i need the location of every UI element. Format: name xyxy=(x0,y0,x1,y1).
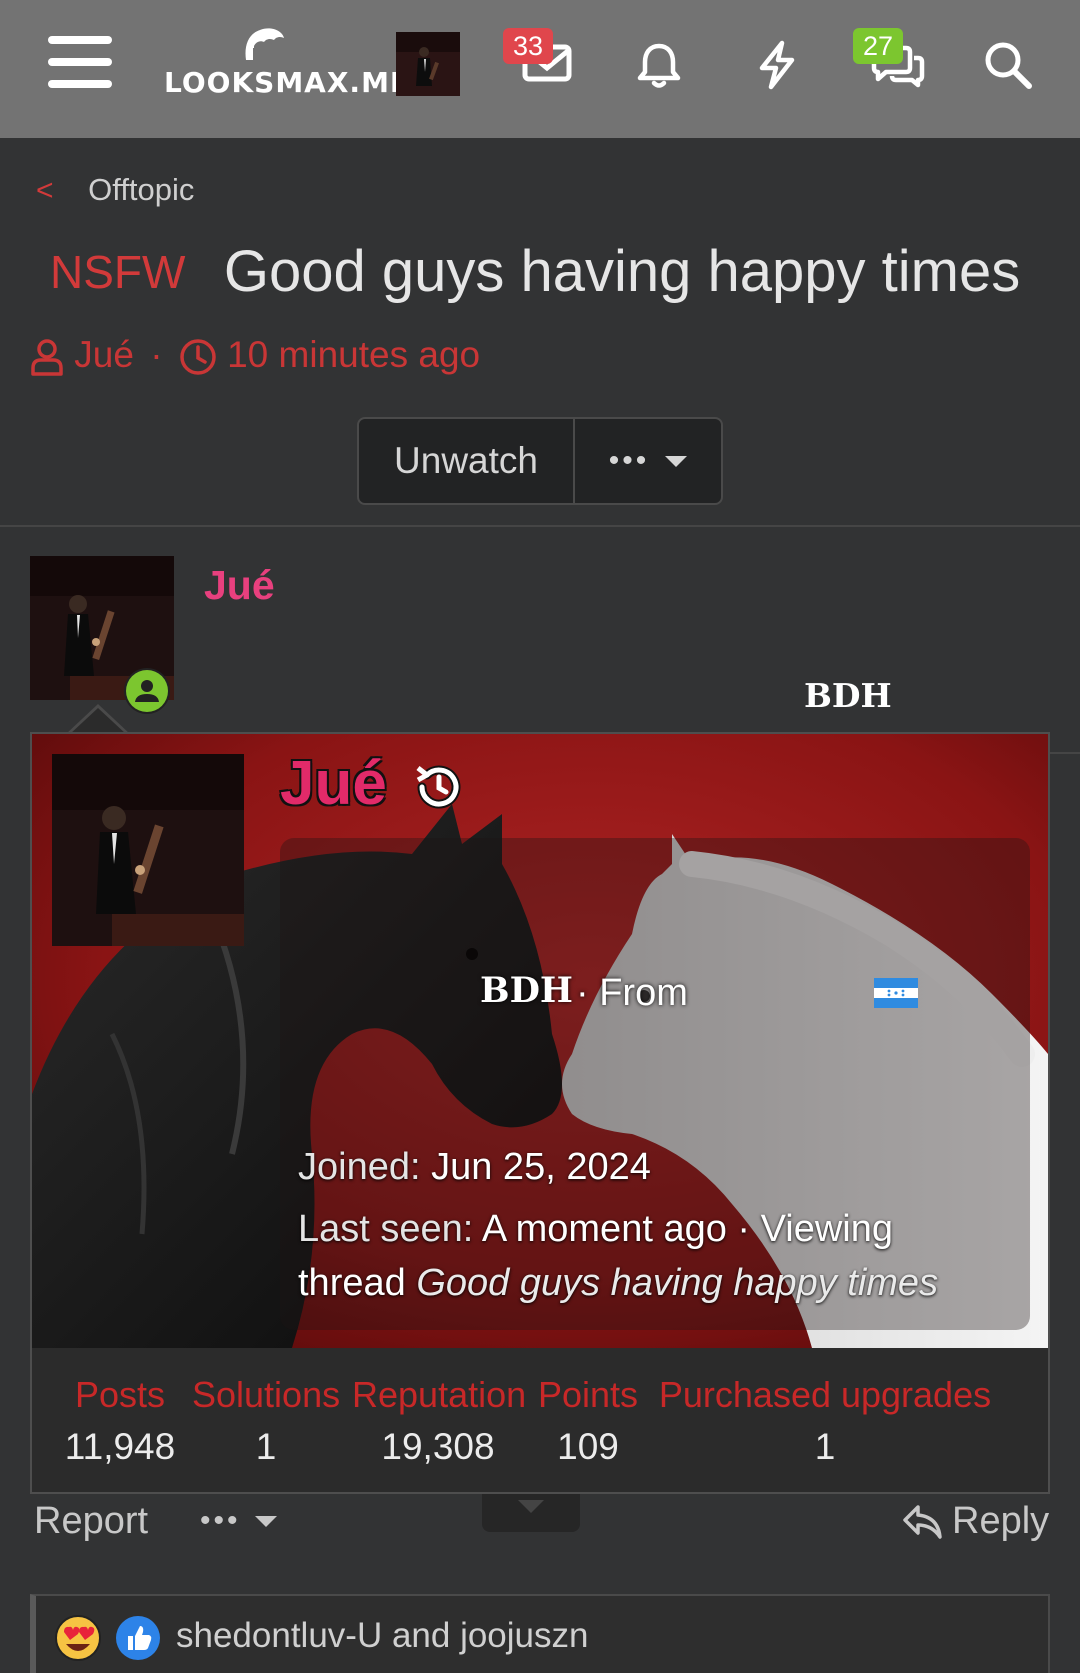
stat-solutions[interactable]: Solutions 1 xyxy=(192,1374,340,1468)
expand-post-button[interactable] xyxy=(482,1494,580,1532)
last-seen-label: Last seen: xyxy=(298,1208,474,1250)
post-more-button[interactable]: ••• xyxy=(200,1504,277,1538)
report-link[interactable]: Report xyxy=(34,1500,148,1543)
stat-label: Solutions xyxy=(192,1374,341,1415)
card-from-label: · From xyxy=(576,972,688,1014)
user-icon xyxy=(31,339,63,376)
post-username[interactable]: Jué xyxy=(204,562,275,609)
reply-button[interactable]: Reply xyxy=(902,1500,1049,1543)
meta-separator: · xyxy=(150,334,163,375)
stat-label: Posts xyxy=(74,1374,166,1415)
heart-eyes-icon xyxy=(54,1614,102,1667)
joined-value: Jun 25, 2024 xyxy=(431,1146,651,1188)
more-dots-icon: ••• xyxy=(200,1504,241,1537)
thread-meta: Jué · 10 minutes ago xyxy=(30,334,480,376)
stat-value: 1 xyxy=(255,1426,277,1467)
reply-label: Reply xyxy=(952,1500,1050,1542)
viewing-thread-link[interactable]: Good guys having happy times xyxy=(416,1262,938,1304)
unwatch-button[interactable]: Unwatch xyxy=(359,419,575,503)
caret-down-icon xyxy=(665,455,688,467)
card-username[interactable]: Jué xyxy=(280,748,387,819)
honduras-flag-icon xyxy=(874,978,918,1013)
chevron-left-icon: < xyxy=(36,174,54,207)
clock-icon xyxy=(180,339,216,375)
inbox-badge[interactable]: 33 xyxy=(503,28,553,64)
search-icon[interactable] xyxy=(983,40,1033,95)
thread-author[interactable]: Jué xyxy=(74,334,134,375)
stat-reputation[interactable]: Reputation 19,308 xyxy=(352,1374,527,1468)
post-user-title: BDH xyxy=(804,676,892,715)
card-info-panel xyxy=(280,838,1030,1330)
user-stats: Posts 11,948 Solutions 1 Reputation 19,3… xyxy=(32,1354,1048,1484)
last-seen-value: A moment ago · Viewing xyxy=(481,1208,894,1250)
menu-icon[interactable] xyxy=(48,36,112,92)
history-icon[interactable] xyxy=(412,760,466,819)
logo-icon xyxy=(245,28,284,60)
logo-text: LOOKSMAX.ME xyxy=(164,66,411,99)
stat-value: 11,948 xyxy=(64,1426,176,1467)
stat-value: 1 xyxy=(814,1426,836,1467)
thread-actions: Unwatch ••• xyxy=(357,417,723,505)
divider xyxy=(0,525,1080,527)
thread-label: thread xyxy=(298,1262,406,1304)
user-tooltip-card: Jué BDH · From Joined: Jun 25, 2024 Last… xyxy=(30,732,1050,1494)
more-dots-icon: ••• xyxy=(608,444,650,477)
like-icon xyxy=(114,1614,162,1667)
stat-points[interactable]: Points 109 xyxy=(536,1374,640,1468)
stat-posts[interactable]: Posts 11,948 xyxy=(60,1374,180,1468)
reply-icon xyxy=(903,1504,942,1539)
bolt-icon[interactable] xyxy=(756,40,798,95)
thread-title-row: NSFW Good guys having happy times xyxy=(50,238,1070,305)
stat-purchased-upgrades[interactable]: Purchased upgrades 1 xyxy=(652,1374,998,1468)
card-avatar[interactable] xyxy=(52,754,244,946)
thread-prefix[interactable]: NSFW xyxy=(50,246,185,298)
caret-down-icon xyxy=(254,1515,277,1527)
chat-badge[interactable]: 27 xyxy=(853,28,903,64)
joined-label: Joined: xyxy=(298,1146,421,1188)
card-last-seen: Last seen: A moment ago · Viewing xyxy=(298,1208,893,1251)
stat-label: Reputation xyxy=(352,1374,527,1415)
stat-value: 109 xyxy=(557,1426,619,1467)
divider xyxy=(1050,752,1080,754)
bell-icon[interactable] xyxy=(636,40,682,95)
page-title: Good guys having happy times xyxy=(223,239,1021,304)
site-logo[interactable]: LOOKSMAX.ME xyxy=(164,26,411,106)
card-user-title: BDH xyxy=(480,970,574,1011)
card-joined: Joined: Jun 25, 2024 xyxy=(298,1146,651,1189)
thread-time[interactable]: 10 minutes ago xyxy=(227,334,480,375)
breadcrumb[interactable]: < Offtopic xyxy=(36,172,194,208)
stat-label: Purchased upgrades xyxy=(658,1374,992,1415)
avatar[interactable] xyxy=(396,32,460,96)
card-viewing-thread: thread Good guys having happy times xyxy=(298,1262,938,1305)
thread-more-button[interactable]: ••• xyxy=(575,419,721,503)
online-status-icon xyxy=(124,668,170,714)
top-nav-bar: LOOKSMAX.ME 33 27 xyxy=(0,0,1080,138)
breadcrumb-forum[interactable]: Offtopic xyxy=(88,172,194,207)
popup-pointer-inner xyxy=(70,708,126,734)
reactions-bar[interactable]: shedontluv-U and joojuszn xyxy=(30,1594,1050,1673)
stat-value: 19,308 xyxy=(381,1426,495,1467)
profile-banner: Jué BDH · From Joined: Jun 25, 2024 Last… xyxy=(32,734,1048,1348)
stat-label: Points xyxy=(537,1374,639,1415)
reactions-users[interactable]: shedontluv-U and joojuszn xyxy=(176,1616,588,1656)
